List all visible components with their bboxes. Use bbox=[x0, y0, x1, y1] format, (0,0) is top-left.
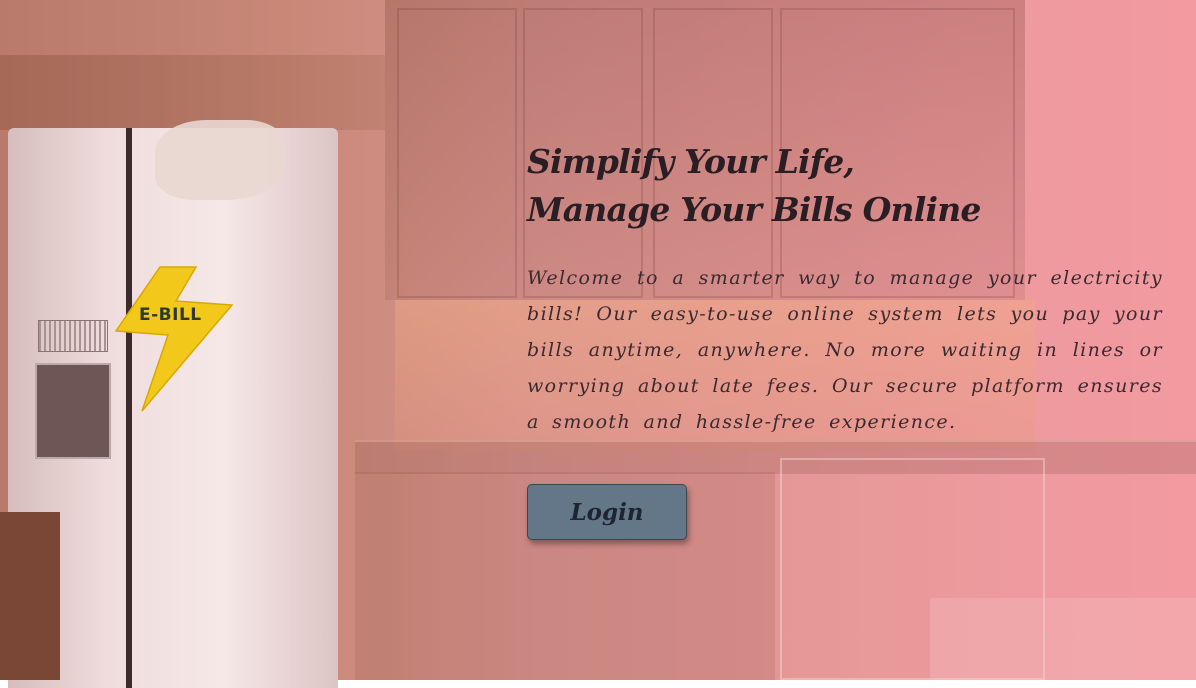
fridge-dispenser bbox=[35, 363, 111, 459]
login-button[interactable]: Login bbox=[527, 484, 687, 540]
shelf bbox=[0, 55, 385, 130]
e-bill-logo: E-BILL bbox=[112, 265, 234, 413]
countertop bbox=[355, 440, 1196, 474]
hero-headline: Simplify Your Life, Manage Your Bills On… bbox=[527, 138, 1167, 234]
logo-text: E-BILL bbox=[139, 305, 202, 325]
cabinet-door bbox=[397, 8, 517, 298]
island-counter bbox=[930, 598, 1196, 680]
towel bbox=[155, 120, 285, 200]
headline-line-2: Manage Your Bills Online bbox=[527, 190, 981, 229]
headline-line-1: Simplify Your Life, bbox=[527, 142, 855, 181]
hero-section: Simplify Your Life, Manage Your Bills On… bbox=[527, 138, 1167, 440]
lightning-bolt-icon bbox=[114, 266, 234, 412]
fridge-dispenser-vent bbox=[38, 320, 108, 352]
hero-description: Welcome to a smarter way to manage your … bbox=[527, 267, 1163, 433]
side-cabinet bbox=[0, 512, 60, 680]
